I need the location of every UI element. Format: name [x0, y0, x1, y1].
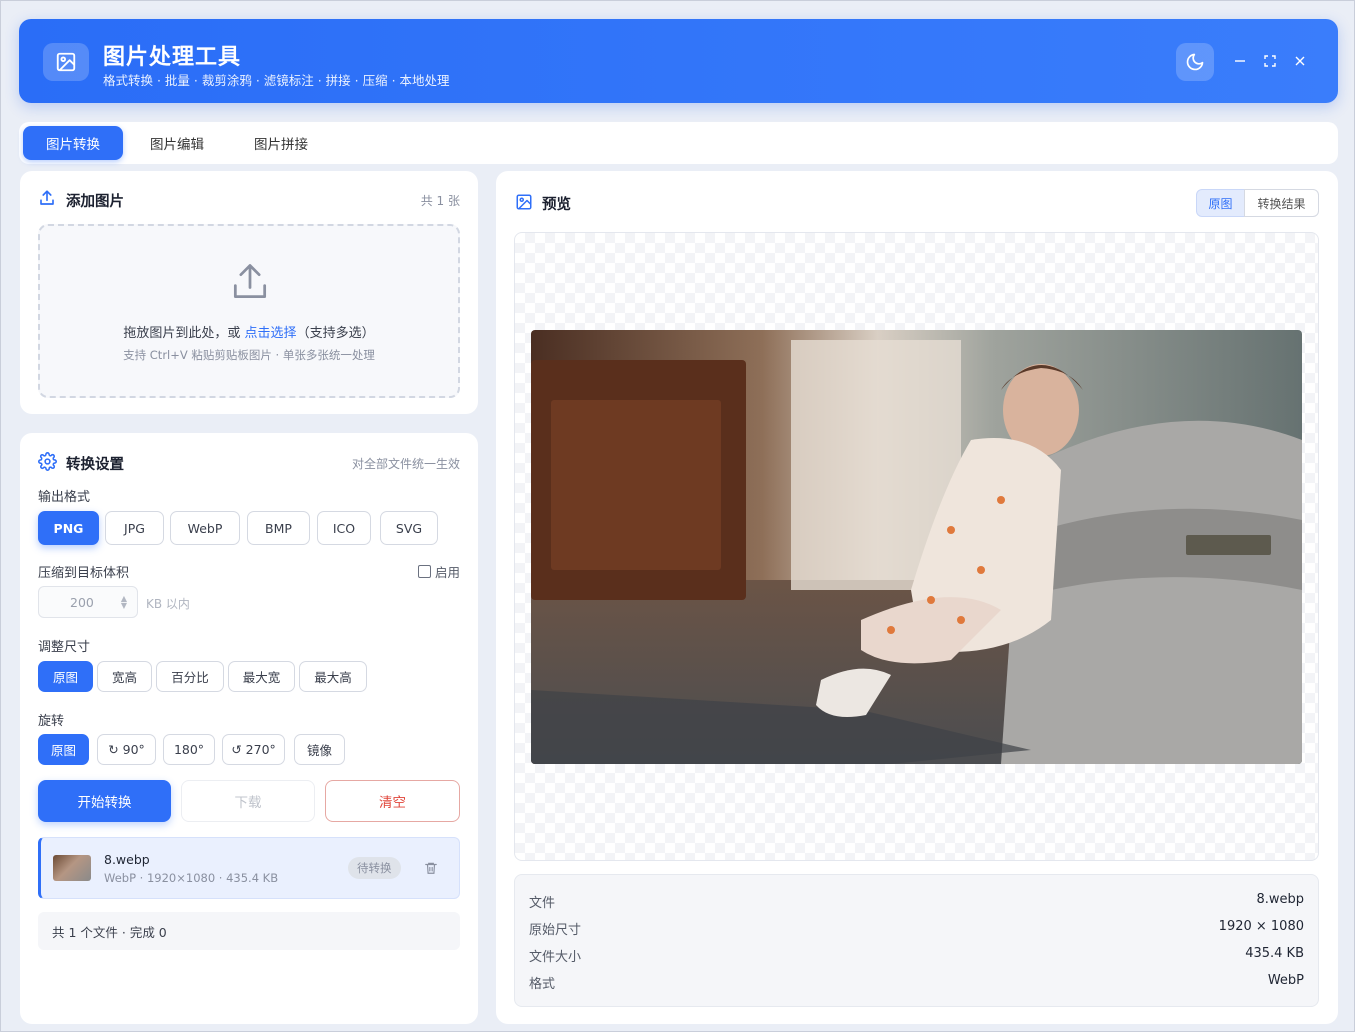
picture-icon [516, 194, 532, 210]
file-summary: 共 1 个文件 · 完成 0 [38, 912, 460, 950]
app-subtitle: 格式转换 · 批量 · 裁剪涂鸦 · 滤镜标注 · 拼接 · 压缩 · 本地处理 [103, 73, 450, 88]
resize-percent-button[interactable]: 百分比 [156, 661, 224, 692]
rotate-original-button[interactable]: 原图 [38, 734, 89, 765]
compress-enable-toggle[interactable]: 启用 [417, 562, 460, 581]
rotate-label: 旋转 [38, 714, 65, 729]
maximize-button[interactable] [1260, 51, 1280, 71]
format-jpg-button[interactable]: JPG [105, 511, 164, 545]
trash-icon [425, 862, 437, 874]
info-key-format: 格式 [529, 977, 556, 992]
preview-title: 预览 [542, 197, 571, 213]
settings-title: 转换设置 [66, 457, 124, 473]
info-key-size: 文件大小 [529, 950, 582, 965]
clear-button[interactable]: 清空 [325, 780, 460, 822]
app-header: 图片处理工具 格式转换 · 批量 · 裁剪涂鸦 · 滤镜标注 · 拼接 · 压缩… [19, 19, 1338, 103]
info-value-dimensions: 1920 × 1080 [1218, 919, 1304, 934]
preview-image [531, 330, 1302, 764]
preview-canvas [514, 232, 1319, 861]
main-tabs: 图片转换 图片编辑 图片拼接 [19, 122, 1338, 164]
compress-label: 压缩到目标体积 [38, 566, 130, 581]
moon-icon [1186, 53, 1204, 71]
theme-toggle-button[interactable] [1176, 43, 1214, 81]
tab-stitch[interactable]: 图片拼接 [231, 126, 331, 160]
drop-text: 拖放图片到此处，或 点击选择（支持多选） [40, 322, 458, 341]
mirror-button[interactable]: 镜像 [294, 734, 345, 765]
resize-width-height-button[interactable]: 宽高 [97, 661, 152, 692]
minimize-button[interactable] [1230, 51, 1250, 71]
toggle-original-button[interactable]: 原图 [1196, 189, 1245, 217]
rotate-180-button[interactable]: 180° [163, 734, 215, 765]
app-title: 图片处理工具 [103, 45, 242, 70]
delete-file-button[interactable] [421, 858, 441, 878]
stepper-arrows-icon[interactable]: ▲ ▼ [121, 595, 127, 610]
gear-icon [38, 452, 57, 471]
format-png-button[interactable]: PNG [38, 511, 99, 545]
target-size-unit: KB 以内 [146, 597, 190, 611]
preview-card: 预览 原图 转换结果 文件 8.webp 原始尺寸 1920 × 1080 文件… [496, 171, 1338, 1024]
output-format-label: 输出格式 [38, 490, 91, 505]
info-value-file: 8.webp [1256, 892, 1304, 907]
resize-max-height-button[interactable]: 最大高 [299, 661, 367, 692]
compress-enable-checkbox[interactable] [417, 565, 431, 578]
add-images-title: 添加图片 [66, 194, 124, 210]
image-count: 共 1 张 [420, 194, 460, 208]
info-key-file: 文件 [529, 896, 556, 911]
compress-enable-label: 启用 [434, 565, 460, 580]
info-value-size: 435.4 KB [1245, 946, 1304, 961]
format-webp-button[interactable]: WebP [170, 511, 240, 545]
resize-original-button[interactable]: 原图 [38, 661, 93, 692]
upload-icon [40, 190, 54, 205]
app-window: 图片处理工具 格式转换 · 批量 · 裁剪涂鸦 · 滤镜标注 · 拼接 · 压缩… [0, 0, 1355, 1032]
settings-card: 转换设置 对全部文件统一生效 输出格式 PNG JPG WebP BMP ICO… [20, 433, 478, 1024]
file-name: 8.webp [104, 852, 150, 867]
download-button[interactable]: 下载 [181, 780, 315, 822]
file-list-item[interactable]: 8.webp WebP · 1920×1080 · 435.4 KB 待转换 [38, 837, 460, 899]
minimize-icon [1235, 60, 1245, 62]
image-icon [43, 43, 89, 81]
target-size-input[interactable]: 200 ▲ ▼ [38, 586, 138, 618]
add-images-card: 添加图片 共 1 张 拖放图片到此处，或 点击选择（支持多选） 支持 Ctrl+… [20, 171, 478, 414]
drop-zone[interactable]: 拖放图片到此处，或 点击选择（支持多选） 支持 Ctrl+V 粘贴剪贴板图片 ·… [38, 224, 460, 398]
start-convert-button[interactable]: 开始转换 [38, 780, 171, 822]
maximize-icon [1264, 55, 1276, 67]
tab-edit[interactable]: 图片编辑 [127, 126, 227, 160]
close-icon [1295, 56, 1305, 66]
settings-scope-note: 对全部文件统一生效 [351, 457, 460, 471]
drop-text-prefix: 拖放图片到此处，或 [123, 326, 245, 341]
tab-convert[interactable]: 图片转换 [23, 126, 123, 160]
resize-max-width-button[interactable]: 最大宽 [228, 661, 295, 692]
upload-tray-icon [233, 264, 267, 299]
rotate-90-button[interactable]: ↻ 90° [97, 734, 156, 765]
resize-label: 调整尺寸 [38, 640, 91, 655]
drop-hint: 支持 Ctrl+V 粘贴剪贴板图片 · 单张多张统一处理 [123, 348, 375, 362]
info-value-format: WebP [1267, 973, 1304, 988]
file-info-panel: 文件 8.webp 原始尺寸 1920 × 1080 文件大小 435.4 KB… [514, 874, 1319, 1007]
choose-files-link[interactable]: 点击选择 [245, 326, 297, 341]
format-bmp-button[interactable]: BMP [247, 511, 310, 545]
format-svg-button[interactable]: SVG [380, 511, 438, 545]
rotate-270-button[interactable]: ↺ 270° [222, 734, 285, 765]
info-key-dimensions: 原始尺寸 [529, 923, 582, 938]
close-button[interactable] [1290, 51, 1310, 71]
target-size-value: 200 [70, 594, 94, 610]
status-badge: 待转换 [348, 857, 401, 879]
drop-text-suffix: （支持多选） [296, 326, 375, 341]
file-thumbnail [53, 855, 91, 881]
file-meta: WebP · 1920×1080 · 435.4 KB [104, 871, 279, 885]
format-ico-button[interactable]: ICO [317, 511, 371, 545]
toggle-result-button[interactable]: 转换结果 [1244, 189, 1319, 217]
